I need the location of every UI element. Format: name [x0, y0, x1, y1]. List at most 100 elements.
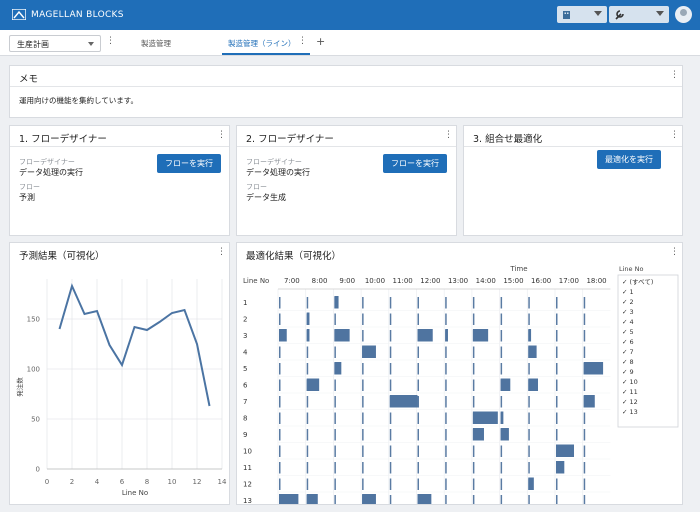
task-tick: [417, 445, 419, 457]
task-tick: [279, 478, 281, 490]
task-tick: [306, 478, 309, 490]
line-no-label: 7: [243, 398, 247, 406]
settings-selector[interactable]: [609, 6, 669, 23]
task-tick: [362, 412, 364, 424]
card-title: 1. フローデザイナー: [19, 134, 107, 145]
task-tick: [279, 379, 281, 391]
card-title: 3. 組合せ最適化: [473, 134, 543, 145]
designer-label: フローデザイナー: [246, 158, 302, 166]
task-tick: [528, 396, 530, 408]
task-tick: [500, 330, 503, 342]
tab-more-icon[interactable]: ⋮: [298, 37, 307, 46]
task-tick: [389, 330, 392, 342]
legend-item: ✓ 3: [622, 308, 634, 316]
legend-item: ✓ 6: [622, 338, 634, 346]
brand-logo[interactable]: MAGELLAN BLOCKS: [12, 9, 124, 20]
task-tick: [556, 313, 558, 325]
task-tick: [583, 379, 586, 391]
chevron-down-icon: [88, 42, 94, 46]
task-tick: [500, 297, 503, 309]
memo-panel: メモ ⋮ 運用向けの機能を集約しています。: [9, 65, 683, 118]
task-tick: [583, 445, 586, 457]
hour-label: 11:00: [393, 277, 413, 285]
optimization-panel: 最適化結果（可視化） ⋮ 7:00 8:00 9:00 10:00 11:00 12:00…: [236, 242, 683, 505]
task-tick: [528, 412, 530, 424]
task-bar: [500, 378, 511, 391]
tab-manufacturing-line[interactable]: 製造管理（ライン）: [228, 38, 296, 49]
legend-item: ✓ 13: [622, 408, 638, 416]
board-selector[interactable]: [557, 6, 607, 23]
card-more-icon[interactable]: ⋮: [670, 131, 679, 140]
task-tick: [417, 396, 419, 408]
x-tick-label: 14: [218, 478, 227, 486]
task-tick: [362, 379, 364, 391]
task-bar: [279, 329, 287, 342]
legend-item: ✓ 12: [622, 398, 638, 406]
task-tick: [306, 363, 309, 375]
wrench-icon: [615, 10, 624, 20]
hour-label: 13:00: [448, 277, 468, 285]
task-tick: [389, 412, 392, 424]
task-tick: [445, 495, 447, 504]
add-tab-button[interactable]: +: [316, 35, 325, 48]
task-bar: [417, 494, 432, 504]
task-bar: [362, 494, 376, 504]
project-select-value: 生産計画: [17, 40, 49, 49]
task-tick: [417, 429, 419, 441]
task-tick: [306, 297, 309, 309]
flow-card-2: 2. フローデザイナー ⋮ フローデザイナー データ処理の実行 フロー データ生…: [236, 125, 457, 236]
forecast-line-chart: 0 50 100 150 0 2 4 6 8 10 12 14 Line No 発注数: [15, 279, 227, 497]
optimization-more-icon[interactable]: ⋮: [670, 248, 679, 257]
optimization-gantt-chart: 7:00 8:00 9:00 10:00 11:00 12:00 13:00 14:00 15:…: [243, 265, 679, 504]
task-tick: [279, 313, 281, 325]
task-tick: [472, 313, 475, 325]
brand-name: MAGELLAN BLOCKS: [31, 9, 124, 20]
task-tick: [500, 478, 503, 490]
task-tick: [334, 478, 336, 490]
board-tabs: 生産計画 ⋮ 製造管理 製造管理（ライン） ⋮ +: [0, 30, 700, 56]
more-icon[interactable]: ⋮: [106, 37, 115, 46]
divider: [10, 86, 682, 87]
project-select[interactable]: 生産計画: [9, 35, 101, 52]
task-tick: [279, 363, 281, 375]
task-tick: [500, 445, 503, 457]
memo-title: メモ: [19, 74, 39, 85]
run-optimization-button[interactable]: 最適化を実行: [597, 150, 661, 169]
task-bar: [334, 296, 339, 309]
y-tick-label: 100: [27, 366, 40, 374]
legend-item: ✓ 4: [622, 318, 634, 326]
task-tick: [445, 346, 447, 358]
task-tick: [556, 396, 558, 408]
task-tick: [279, 346, 281, 358]
task-tick: [306, 445, 309, 457]
task-tick: [472, 478, 475, 490]
task-bar: [306, 378, 320, 391]
task-tick: [362, 478, 364, 490]
memo-more-icon[interactable]: ⋮: [670, 71, 679, 80]
card-more-icon[interactable]: ⋮: [444, 131, 453, 140]
hour-label: 7:00: [284, 277, 300, 285]
task-tick: [528, 429, 530, 441]
designer-label: フローデザイナー: [19, 158, 75, 166]
task-tick: [445, 478, 447, 490]
task-tick: [556, 379, 558, 391]
x-axis-label: Line No: [122, 489, 148, 497]
avatar[interactable]: [675, 6, 692, 23]
task-bar: [528, 378, 538, 391]
task-tick: [500, 313, 503, 325]
task-bar: [472, 428, 484, 441]
task-tick: [556, 495, 558, 504]
task-tick: [445, 396, 447, 408]
forecast-more-icon[interactable]: ⋮: [217, 248, 226, 257]
task-tick: [334, 379, 336, 391]
line-no-label: 2: [243, 315, 247, 323]
task-bar: [528, 345, 537, 358]
task-tick: [279, 297, 281, 309]
run-flow-button[interactable]: フローを実行: [157, 154, 221, 173]
run-flow-button[interactable]: フローを実行: [383, 154, 447, 173]
task-tick: [528, 495, 530, 504]
task-tick: [445, 445, 447, 457]
task-tick: [279, 396, 281, 408]
tab-manufacturing[interactable]: 製造管理: [141, 38, 171, 49]
card-more-icon[interactable]: ⋮: [217, 131, 226, 140]
